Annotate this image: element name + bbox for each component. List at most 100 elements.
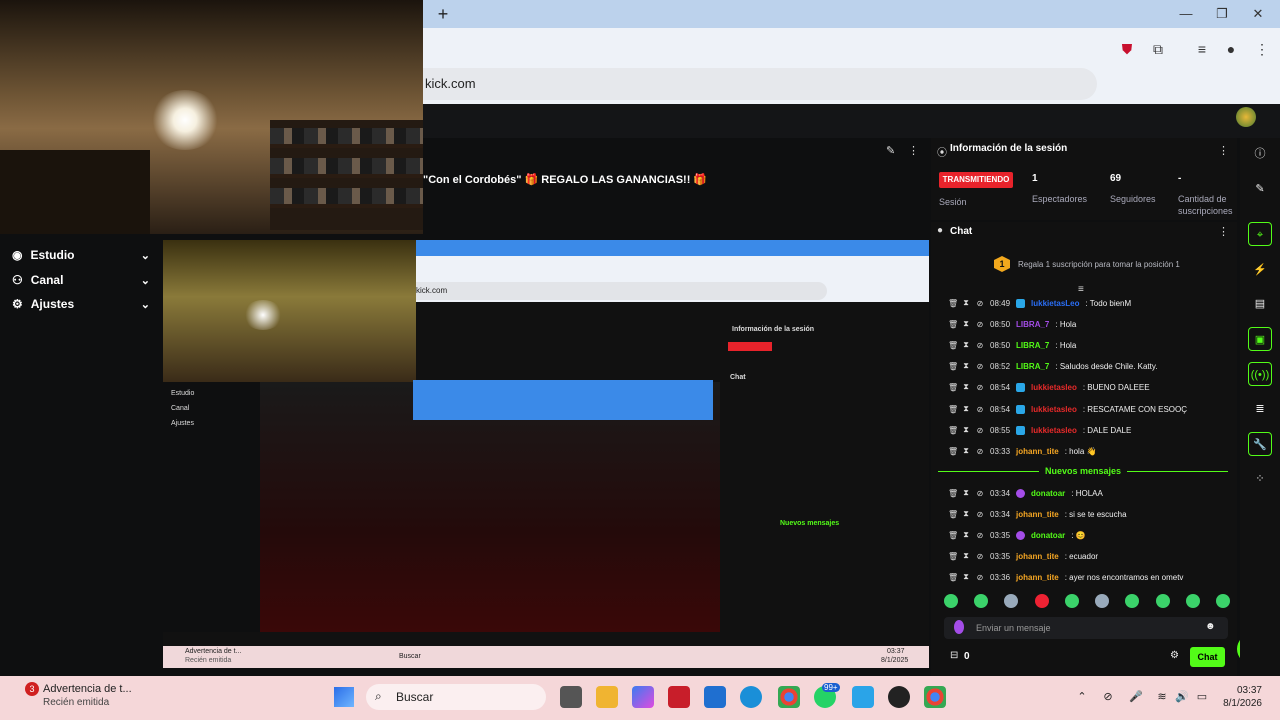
- chat-message[interactable]: 🗑 ⧗ ⊘ 08:52 LIBRA_7: Saludos desde Chile. Ka…: [948, 357, 1228, 375]
- trash-icon[interactable]: 🗑: [948, 383, 958, 392]
- windows-start-icon[interactable]: [334, 687, 354, 707]
- timeout-icon[interactable]: ⧗: [962, 319, 970, 329]
- timeout-icon[interactable]: ⧗: [962, 509, 970, 519]
- ban-icon[interactable]: ⊘: [976, 531, 984, 540]
- mcafee-icon[interactable]: [668, 686, 690, 708]
- trash-icon[interactable]: 🗑: [948, 362, 958, 371]
- emote-icon[interactable]: [1215, 594, 1230, 608]
- chat-users-icon[interactable]: ⊟: [950, 650, 958, 661]
- trash-icon[interactable]: 🗑: [948, 341, 958, 350]
- microphone-icon[interactable]: 🎤: [1128, 690, 1144, 704]
- taskbar-search[interactable]: Buscar: [366, 684, 546, 710]
- trash-icon[interactable]: 🗑: [948, 405, 958, 414]
- close-window-button[interactable]: ✕: [1246, 4, 1270, 24]
- message-user[interactable]: LIBRA_7: [1016, 320, 1049, 329]
- sidebar-item-estudio[interactable]: ◉ Estudio ⌄: [12, 243, 150, 267]
- document-icon[interactable]: ▤: [1248, 292, 1272, 316]
- chat-input[interactable]: Enviar un mensaje: [944, 617, 1228, 639]
- chat-send-button[interactable]: Chat: [1190, 647, 1225, 667]
- extensions-rail-icon[interactable]: ⁘: [1248, 467, 1272, 491]
- timeout-icon[interactable]: ⧗: [962, 404, 970, 414]
- trash-icon[interactable]: 🗑: [948, 426, 958, 435]
- chat-message[interactable]: 🗑 ⧗ ⊘ 08:50 LIBRA_7: Hola: [948, 336, 1228, 354]
- ban-icon[interactable]: ⊘: [976, 341, 984, 350]
- message-user[interactable]: lukkietasleo: [1031, 405, 1077, 414]
- emoji-picker-icon[interactable]: ☻: [1205, 621, 1216, 632]
- edit-pencil-icon[interactable]: ✎: [886, 144, 895, 157]
- wifi-icon[interactable]: ≋: [1154, 690, 1170, 704]
- outlook-icon[interactable]: [704, 686, 726, 708]
- battery-icon[interactable]: ▭: [1194, 690, 1210, 704]
- layers-icon[interactable]: ≣: [1248, 397, 1272, 421]
- chat-message[interactable]: 🗑 ⧗ ⊘ 08:54 lukkietasleo: RESCATAME CON ESOO…: [948, 400, 1228, 418]
- trash-icon[interactable]: 🗑: [948, 510, 958, 519]
- tray-overflow-icon[interactable]: ⌃: [1074, 690, 1090, 704]
- chat-message[interactable]: 🗑 ⧗ ⊘ 03:35 donatoar: 😊: [948, 526, 1228, 544]
- timeout-icon[interactable]: ⧗: [962, 382, 970, 392]
- timeout-icon[interactable]: ⧗: [962, 425, 970, 435]
- chat-settings-icon[interactable]: ⚙: [1170, 650, 1179, 661]
- message-user[interactable]: lukkietasLeo: [1031, 299, 1079, 308]
- chat-message[interactable]: 🗑 ⧗ ⊘ 08:49 lukkietasLeo: Todo bienM: [948, 294, 1228, 312]
- emote-icon[interactable]: [944, 594, 958, 608]
- trash-icon[interactable]: 🗑: [948, 320, 958, 329]
- ban-icon[interactable]: ⊘: [976, 383, 984, 392]
- maximize-button[interactable]: ❐: [1210, 4, 1234, 24]
- ban-icon[interactable]: ⊘: [976, 510, 984, 519]
- sidebar-item-canal[interactable]: ⚇ Canal ⌄: [12, 268, 150, 292]
- sidebar-item-ajustes[interactable]: ⚙ Ajustes ⌄: [12, 292, 150, 316]
- notepad-icon[interactable]: [852, 686, 874, 708]
- message-user[interactable]: donatoar: [1031, 531, 1065, 540]
- obs-icon[interactable]: [888, 686, 910, 708]
- ban-icon[interactable]: ⊘: [976, 447, 984, 456]
- chrome-profile-icon[interactable]: [924, 686, 946, 708]
- browser-menu-icon[interactable]: ⋮: [1253, 40, 1271, 58]
- trash-icon[interactable]: 🗑: [948, 552, 958, 561]
- message-user[interactable]: johann_tite: [1016, 447, 1059, 456]
- chat-identity-icon[interactable]: [954, 620, 964, 634]
- trash-icon[interactable]: 🗑: [948, 489, 958, 498]
- emote-icon[interactable]: [1155, 594, 1170, 608]
- message-user[interactable]: johann_tite: [1016, 552, 1059, 561]
- chat-message[interactable]: 🗑 ⧗ ⊘ 08:55 lukkietasleo: DALE DALE: [948, 421, 1228, 439]
- camera-focus-icon[interactable]: ⌖: [1248, 222, 1272, 246]
- timeout-icon[interactable]: ⧗: [962, 488, 970, 498]
- trash-icon[interactable]: 🗑: [948, 447, 958, 456]
- emote-icon[interactable]: [1064, 594, 1079, 608]
- edit-icon[interactable]: ✎: [1248, 177, 1272, 201]
- ban-icon[interactable]: ⊘: [976, 320, 984, 329]
- trash-icon[interactable]: 🗑: [948, 531, 958, 540]
- chat-rail-icon[interactable]: ▣: [1248, 327, 1272, 351]
- message-user[interactable]: johann_tite: [1016, 573, 1059, 582]
- ban-icon[interactable]: ⊘: [976, 405, 984, 414]
- lightning-icon[interactable]: ⚡: [1248, 258, 1272, 282]
- ban-icon[interactable]: ⊘: [976, 573, 984, 582]
- chat-message[interactable]: 🗑 ⧗ ⊘ 03:36 johann_tite: ayer nos encontramo…: [948, 568, 1228, 586]
- emote-icon[interactable]: [1004, 594, 1019, 608]
- chat-message[interactable]: 🗑 ⧗ ⊘ 08:50 LIBRA_7: Hola: [948, 315, 1228, 333]
- profile-icon[interactable]: ●: [1222, 40, 1240, 58]
- timeout-icon[interactable]: ⧗: [962, 530, 970, 540]
- message-user[interactable]: donatoar: [1031, 489, 1065, 498]
- timeout-icon[interactable]: ⧗: [962, 572, 970, 582]
- media-control-icon[interactable]: ≡: [1193, 40, 1211, 58]
- file-explorer-icon[interactable]: [596, 686, 618, 708]
- message-user[interactable]: johann_tite: [1016, 510, 1059, 519]
- chat-message[interactable]: 🗑 ⧗ ⊘ 03:35 johann_tite: ecuador: [948, 547, 1228, 565]
- broadcast-rail-icon[interactable]: ((•)): [1248, 362, 1272, 386]
- user-avatar[interactable]: [1236, 107, 1256, 127]
- task-view-icon[interactable]: [560, 686, 582, 708]
- timeout-icon[interactable]: ⧗: [962, 340, 970, 350]
- emote-icon[interactable]: [1185, 594, 1200, 608]
- timeout-icon[interactable]: ⧗: [962, 361, 970, 371]
- new-tab-button[interactable]: +: [434, 5, 452, 23]
- notification-title[interactable]: Advertencia de t...: [43, 683, 132, 695]
- edge-icon[interactable]: [740, 686, 762, 708]
- ban-icon[interactable]: ⊘: [976, 362, 984, 371]
- copilot-icon[interactable]: [632, 686, 654, 708]
- chat-message[interactable]: 🗑 ⧗ ⊘ 03:34 donatoar: HOLAA: [948, 484, 1228, 502]
- volume-icon[interactable]: 🔊: [1174, 690, 1190, 704]
- chat-message[interactable]: 🗑 ⧗ ⊘ 03:34 johann_tite: si se te escucha: [948, 505, 1228, 523]
- chat-menu-icon[interactable]: ⋮: [1218, 225, 1229, 238]
- ban-icon[interactable]: ⊘: [976, 489, 984, 498]
